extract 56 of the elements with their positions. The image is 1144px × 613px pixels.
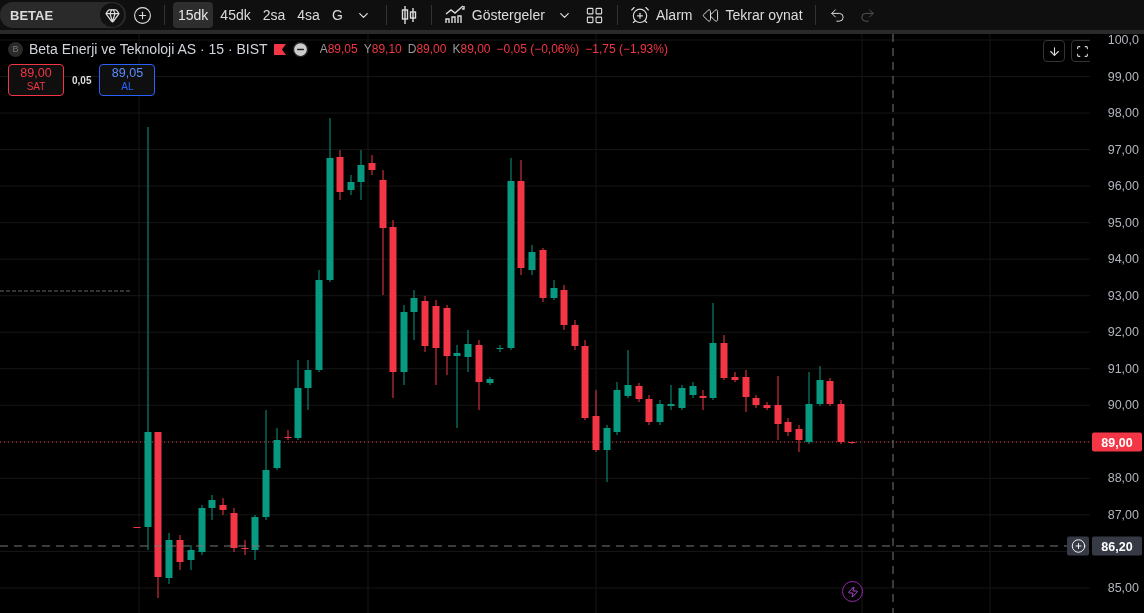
arrow-down-icon <box>1047 44 1061 58</box>
crosshair-price-tag: 86,20 <box>1092 536 1142 556</box>
price-label: 90,00 <box>1107 398 1139 413</box>
price-label: 85,00 <box>1107 580 1139 595</box>
price-label: 99,00 <box>1107 69 1139 84</box>
interval-tab[interactable]: 45dk <box>215 2 256 28</box>
price-label: 87,00 <box>1107 507 1139 522</box>
ohlc-value: A89,05 <box>319 42 358 56</box>
price-label: 93,00 <box>1107 288 1139 303</box>
price-label: 92,00 <box>1107 325 1139 340</box>
ohlc-value: D89,00 <box>407 42 447 56</box>
price-label: 97,00 <box>1107 142 1139 157</box>
scroll-down-button[interactable] <box>1043 40 1065 62</box>
indicators-icon <box>443 5 466 25</box>
fullscreen-icon <box>1075 44 1089 58</box>
price-label: 95,00 <box>1107 215 1139 230</box>
symbol-name: BETAE <box>10 7 54 23</box>
price-label: 91,00 <box>1107 361 1139 376</box>
rewind-icon <box>702 6 720 24</box>
ohlc-value: K89,00 <box>452 42 491 56</box>
alarm-clock-icon <box>629 5 650 25</box>
spread: 0,05 <box>72 74 92 86</box>
sell-button[interactable]: 89,00 SAT <box>8 64 64 96</box>
last-price-tag: 89,00 <box>1092 432 1142 452</box>
plus-icon <box>1070 538 1086 554</box>
plus-icon <box>132 5 152 25</box>
undo-icon <box>829 6 847 24</box>
lightning-icon <box>846 585 859 598</box>
add-alert-button[interactable] <box>1067 536 1089 556</box>
price-label: 100,0 <box>1107 33 1139 47</box>
collapse-button[interactable] <box>291 40 310 58</box>
price-label: 98,00 <box>1107 106 1139 121</box>
interval-tab[interactable]: 15dk <box>173 2 214 28</box>
symbol-search[interactable]: BETAE <box>0 2 126 28</box>
buy-button[interactable]: 89,05 AL <box>99 64 156 96</box>
price-label: 88,00 <box>1107 471 1139 486</box>
grid-icon <box>585 5 605 25</box>
indicators-button[interactable]: Göstergeler <box>439 2 549 28</box>
gem-icon <box>104 7 120 23</box>
price-change: −0,05 (−0,06%) <box>496 42 580 56</box>
fullscreen-button[interactable] <box>1071 40 1090 62</box>
replay-button[interactable]: Tekrar oynat <box>698 2 807 28</box>
ohlc-value: Y89,10 <box>363 42 402 56</box>
alarm-button[interactable]: Alarm <box>625 2 697 28</box>
redo-icon <box>859 6 877 24</box>
symbol-title: Beta Enerji ve Teknoloji AS · 15 · BIST <box>29 41 268 57</box>
symbol-logo: B <box>8 41 23 57</box>
price-change-total: −1,75 (−1,93%) <box>585 42 668 56</box>
gem-button[interactable] <box>100 3 124 27</box>
price-label: 96,00 <box>1107 179 1139 194</box>
interval-tab[interactable]: 4sa <box>292 2 325 28</box>
interval-tab[interactable]: G <box>326 2 348 28</box>
interval-tab[interactable]: 2sa <box>257 2 291 28</box>
price-label: 94,00 <box>1107 252 1139 267</box>
flag-icon <box>273 43 286 55</box>
candles-icon <box>400 5 417 25</box>
